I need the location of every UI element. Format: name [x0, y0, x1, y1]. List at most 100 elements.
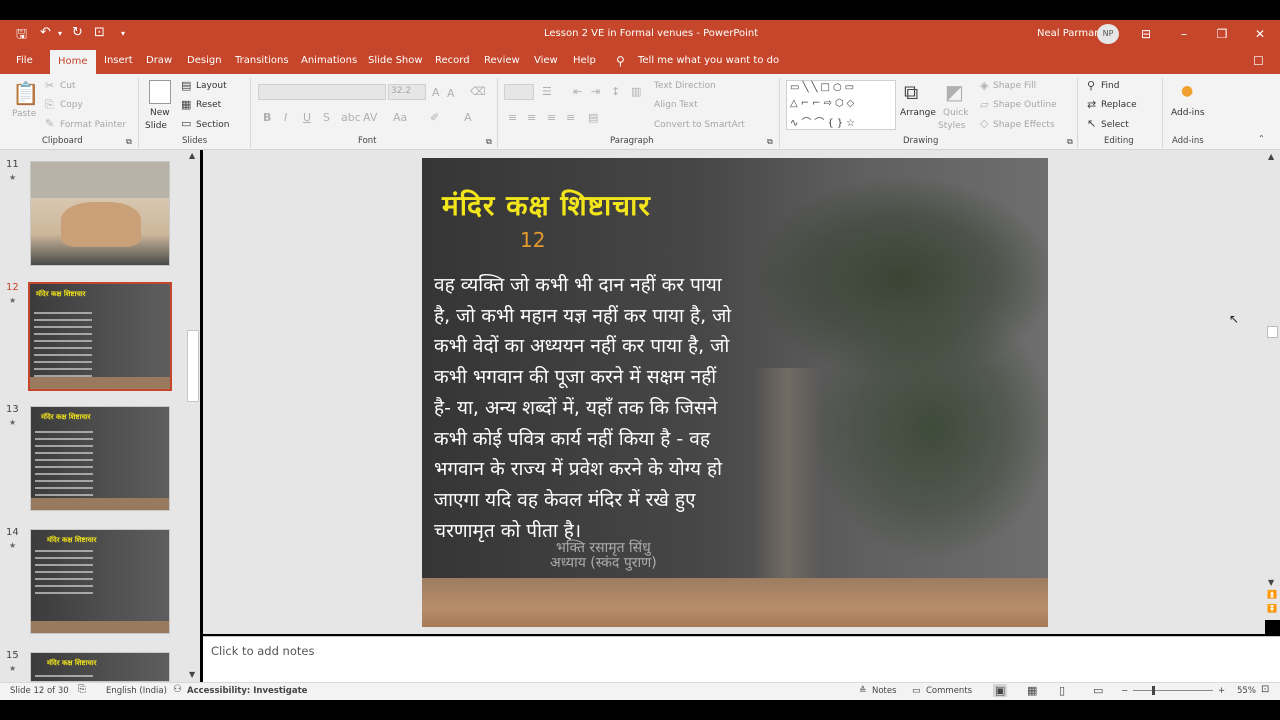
font-launcher-icon[interactable]: ⧉ [486, 137, 492, 147]
tab-design[interactable]: Design [187, 48, 222, 74]
minimize-icon[interactable]: – [1165, 20, 1203, 48]
new-slide-icon[interactable] [149, 80, 171, 104]
customize-qat-icon[interactable]: ▾ [121, 29, 125, 38]
slide-title[interactable]: मंदिर कक्ष शिष्टाचार [442, 186, 651, 224]
convert-smartart-button[interactable]: Convert to SmartArt [654, 120, 745, 130]
layout-button[interactable]: Layout [196, 81, 227, 91]
slide-number-label[interactable]: 12 [520, 228, 545, 252]
tab-view[interactable]: View [534, 48, 558, 74]
canvas-scrollbar[interactable]: ▲ ▼ ⏫ ⏬ [1265, 150, 1280, 620]
text-direction-button[interactable]: Text Direction [654, 81, 716, 91]
strikethrough-icon[interactable]: abc [341, 111, 361, 124]
notes-button[interactable]: Notes [872, 686, 897, 696]
user-name[interactable]: Neal Parmar [1037, 20, 1098, 48]
quick-styles-label-2[interactable]: Styles [938, 121, 965, 131]
zoom-level[interactable]: 55% [1237, 686, 1256, 696]
find-button[interactable]: Find [1101, 81, 1119, 91]
slide-thumbnail-14[interactable]: मंदिर कक्ष शिष्टाचार [30, 529, 170, 634]
drawing-launcher-icon[interactable]: ⧉ [1067, 137, 1073, 147]
zoom-out-icon[interactable]: − [1121, 686, 1128, 696]
arrange-button[interactable]: Arrange [900, 108, 936, 118]
shape-outline-button[interactable]: Shape Outline [993, 100, 1057, 110]
paragraph-launcher-icon[interactable]: ⧉ [767, 137, 773, 147]
ribbon-display-icon[interactable]: ⊟ [1127, 20, 1165, 48]
thumbnail-scroll-thumb[interactable] [187, 330, 199, 402]
avatar[interactable]: NP [1097, 24, 1119, 44]
justify-icon[interactable]: ≡ [566, 111, 575, 124]
canvas-scroll-thumb[interactable] [1267, 326, 1278, 338]
change-case-icon[interactable]: Aa [393, 111, 407, 124]
copy-button[interactable]: Copy [60, 100, 83, 110]
normal-view-icon[interactable]: ▣ [993, 684, 1008, 697]
bullets-select[interactable] [504, 84, 534, 100]
columns-icon[interactable]: ▥ [631, 85, 641, 98]
quick-styles-label-1[interactable]: Quick [943, 108, 968, 118]
fit-slide-icon[interactable]: ⊡ [1261, 684, 1269, 695]
paste-icon[interactable]: 📋 [12, 82, 39, 107]
add-ins-button[interactable]: Add-ins [1171, 108, 1205, 118]
close-icon[interactable]: ✕ [1241, 20, 1279, 48]
shape-effects-button[interactable]: Shape Effects [993, 120, 1055, 130]
tab-transitions[interactable]: Transitions [235, 48, 289, 74]
shadow-icon[interactable]: S [323, 111, 330, 124]
tell-me-search[interactable]: Tell me what you want to do [638, 48, 779, 74]
tab-slide-show[interactable]: Slide Show [368, 48, 423, 74]
redo-icon[interactable]: ↻ [72, 25, 83, 40]
italic-icon[interactable]: I [284, 111, 287, 124]
undo-icon[interactable]: ↶ [40, 25, 51, 40]
collapse-ribbon-icon[interactable]: ⌃ [1258, 134, 1265, 143]
slide-body-text[interactable]: वह व्यक्ति जो कभी भी दान नहीं कर पाया है… [434, 270, 734, 546]
zoom-slider[interactable] [1133, 690, 1213, 691]
scroll-up-icon[interactable]: ▲ [189, 151, 195, 160]
scroll-down-icon[interactable]: ▼ [1268, 578, 1274, 587]
tab-record[interactable]: Record [435, 48, 470, 74]
accessibility-status[interactable]: Accessibility: Investigate [187, 686, 307, 696]
font-size-select[interactable]: 32.2 [388, 84, 426, 100]
present-icon[interactable]: ⊡ [94, 25, 105, 40]
decrease-font-icon[interactable]: A [447, 87, 455, 100]
increase-font-icon[interactable]: A [432, 86, 440, 99]
shapes-gallery[interactable]: ▭╲╲□○▭ △⌐⌐⇨⬡◇ ∿⌒⌒{}☆ [786, 80, 896, 130]
new-slide-label-1[interactable]: New [150, 108, 170, 118]
tab-animations[interactable]: Animations [301, 48, 357, 74]
comments-button[interactable]: Comments [926, 686, 972, 696]
align-left-icon[interactable]: ≡ [508, 111, 517, 124]
clear-format-icon[interactable]: ⌫ [470, 85, 486, 98]
language-status[interactable]: English (India) [106, 686, 167, 696]
bold-icon[interactable]: B [263, 111, 271, 124]
tab-file[interactable]: File [16, 48, 33, 74]
zoom-slider-knob[interactable] [1152, 686, 1155, 695]
slide-sorter-icon[interactable]: ▦ [1027, 684, 1037, 697]
overlapping-reference-text[interactable]: भक्ति रसामृत सिंधु अध्याय (स्कंद पुराण) [550, 541, 657, 571]
cut-button[interactable]: Cut [60, 81, 76, 91]
line-spacing-icon[interactable]: ↕ [611, 85, 620, 98]
format-painter-button[interactable]: Format Painter [60, 120, 126, 130]
increase-indent-icon[interactable]: ⇥ [591, 85, 600, 98]
slide-thumbnail-12[interactable]: मंदिर कक्ष शिष्टाचार [28, 282, 172, 391]
align-text-button[interactable]: Align Text [654, 100, 698, 110]
undo-dropdown-icon[interactable]: ▾ [58, 29, 62, 38]
clipboard-launcher-icon[interactable]: ⧉ [126, 137, 132, 147]
select-button[interactable]: Select [1101, 120, 1129, 130]
slide-thumbnail-15[interactable]: मंदिर कक्ष शिष्टाचार [30, 652, 170, 682]
spell-check-icon[interactable]: ⎘ [78, 684, 86, 695]
thumbnail-scrollbar[interactable] [186, 150, 200, 682]
align-center-icon[interactable]: ≡ [527, 111, 536, 124]
highlight-icon[interactable]: ✐ [430, 111, 439, 124]
align-right-icon[interactable]: ≡ [547, 111, 556, 124]
char-spacing-icon[interactable]: AV [363, 111, 377, 124]
restore-icon[interactable]: ❐ [1203, 20, 1241, 48]
next-slide-icon[interactable]: ⏬ [1267, 604, 1277, 613]
scroll-down-icon[interactable]: ▼ [189, 670, 195, 679]
save-icon[interactable]: 🖫 [16, 25, 27, 47]
notes-pane[interactable]: Click to add notes [203, 636, 1280, 682]
underline-icon[interactable]: U [303, 111, 311, 124]
scroll-up-icon[interactable]: ▲ [1268, 152, 1274, 161]
slide-12[interactable]: मंदिर कक्ष शिष्टाचार 12 वह व्यक्ति जो कभ… [422, 158, 1048, 627]
reset-button[interactable]: Reset [196, 100, 221, 110]
tab-draw[interactable]: Draw [146, 48, 172, 74]
font-family-select[interactable] [258, 84, 386, 100]
section-button[interactable]: Section [196, 120, 229, 130]
paste-button[interactable]: Paste [12, 109, 36, 119]
new-slide-label-2[interactable]: Slide [145, 121, 167, 131]
